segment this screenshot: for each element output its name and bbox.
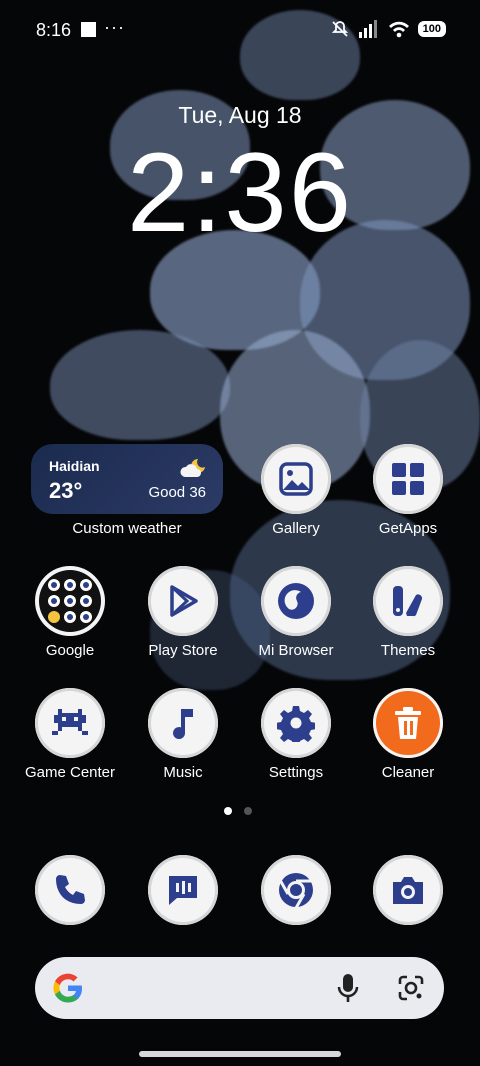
date-label: Tue, Aug 18 (178, 102, 302, 128)
chrome-icon (261, 855, 331, 925)
weather-widget-label: Custom weather (72, 520, 182, 537)
app-label: Gallery (272, 520, 320, 537)
page-dot-active[interactable] (224, 807, 232, 815)
status-bar: 8:16 ··· 100 (0, 0, 480, 60)
weather-temperature: 23° (49, 478, 83, 503)
app-play-store[interactable]: Play Store (131, 566, 235, 659)
google-lens-icon[interactable] (397, 974, 425, 1002)
app-gallery[interactable]: Gallery (244, 444, 348, 537)
app-game-center[interactable]: Game Center (18, 688, 122, 781)
app-label: Play Store (148, 642, 218, 659)
gesture-navigation-bar[interactable] (139, 1051, 341, 1057)
signal-icon (358, 20, 377, 38)
wifi-icon (388, 21, 409, 38)
app-label: Themes (380, 642, 436, 659)
status-time: 8:16 (36, 20, 72, 40)
page-dot[interactable] (244, 807, 252, 815)
camera-icon (373, 855, 443, 925)
google-logo-icon (53, 973, 82, 1003)
google-folder-icon (35, 566, 105, 636)
dock-camera[interactable] (356, 855, 460, 925)
mic-icon[interactable] (335, 973, 361, 1003)
app-label: Music (163, 764, 203, 781)
weather-widget[interactable]: Haidian 23° Good 36 (31, 444, 223, 514)
play-store-icon (148, 566, 218, 636)
settings-gear-icon (261, 688, 331, 758)
app-cleaner[interactable]: Cleaner (356, 688, 460, 781)
google-search-bar[interactable] (35, 957, 444, 1019)
app-music[interactable]: Music (131, 688, 235, 781)
dock-phone[interactable] (18, 855, 122, 925)
more-notifications-indicator: ··· (104, 17, 125, 37)
themes-icon (373, 566, 443, 636)
gallery-icon (261, 444, 331, 514)
cleaner-trash-icon (373, 688, 443, 758)
app-label: Mi Browser (258, 642, 334, 659)
app-mi-browser[interactable]: Mi Browser (244, 566, 348, 659)
air-quality: Good 36 (148, 484, 206, 501)
messages-icon (148, 855, 218, 925)
app-themes[interactable]: Themes (356, 566, 460, 659)
page-indicator[interactable] (224, 807, 252, 815)
app-google-folder[interactable]: Google (18, 566, 122, 659)
getapps-icon (373, 444, 443, 514)
mute-icon (331, 21, 348, 37)
music-icon (148, 688, 218, 758)
dock-messages[interactable] (131, 855, 235, 925)
app-label: Game Center (24, 764, 116, 781)
notification-icon (81, 22, 96, 37)
game-center-icon (35, 688, 105, 758)
battery-indicator: 100 (417, 21, 446, 37)
app-label: Settings (268, 764, 324, 781)
phone-icon (35, 855, 105, 925)
mi-browser-icon (261, 566, 331, 636)
partly-cloudy-night-icon (180, 459, 205, 477)
clock-widget[interactable]: 2:36 (0, 128, 480, 257)
app-label: GetApps (378, 520, 438, 537)
dock-chrome[interactable] (244, 855, 348, 925)
weather-city: Haidian (49, 458, 100, 474)
app-getapps[interactable]: GetApps (356, 444, 460, 537)
app-settings[interactable]: Settings (244, 688, 348, 781)
app-label: Google (45, 642, 95, 659)
app-label: Cleaner (381, 764, 435, 781)
